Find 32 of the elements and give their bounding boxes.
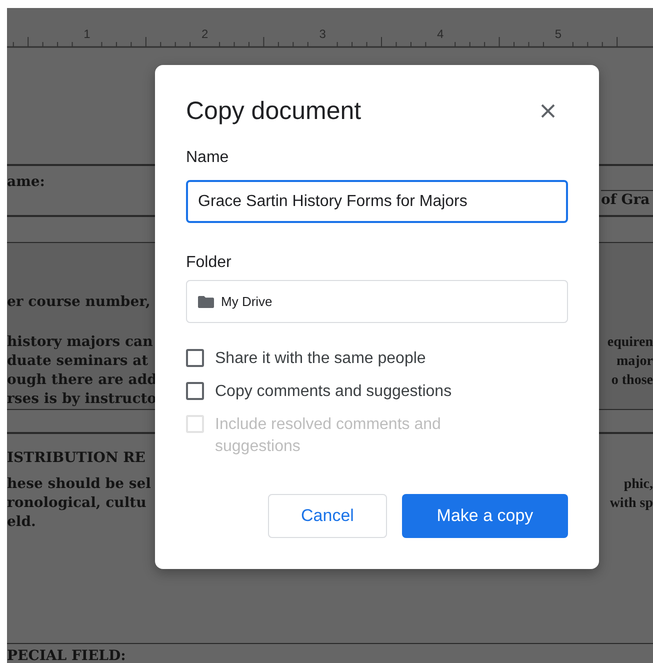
body-text: hese should be sel	[7, 474, 151, 494]
dialog-title: Copy document	[186, 96, 362, 126]
section-heading: PECIAL FIELD:	[7, 649, 126, 663]
body-text: ronological, cultu	[7, 494, 146, 512]
body-text: equiren	[607, 334, 653, 352]
ruler: 1 2 3 4 5	[7, 8, 653, 48]
field-text: of Gra	[601, 191, 651, 210]
name-input-field[interactable]: Grace Sartin History Forms for Majors	[186, 180, 568, 223]
field-label: ame:	[7, 172, 45, 192]
body-text: with sp	[610, 494, 653, 512]
body-text: rses is by instructo	[7, 390, 157, 409]
body-text: eld.	[7, 512, 36, 532]
folder-field[interactable]: My Drive	[186, 280, 568, 323]
body-text: ough there are add	[7, 371, 157, 390]
checkbox-label: Include resolved comments and suggestions	[215, 415, 442, 457]
checkbox-label: Copy comments and suggestions	[215, 382, 453, 402]
checkbox[interactable]	[186, 382, 204, 400]
folder-icon	[198, 296, 214, 308]
body-text: major	[616, 353, 653, 371]
section-heading: ISTRIBUTION RE	[7, 448, 146, 468]
checkbox[interactable]	[186, 349, 204, 367]
checkbox-label: Share it with the same people	[215, 349, 427, 369]
body-text: o those	[611, 372, 653, 390]
cancel-button[interactable]: Cancel	[268, 494, 387, 538]
body-text: history majors can	[7, 333, 153, 352]
field-label: Folder	[186, 253, 232, 273]
body-text: phic,	[624, 476, 653, 494]
make-copy-button[interactable]: Make a copy	[402, 494, 568, 538]
close-icon[interactable]	[541, 104, 555, 118]
field-label: Name	[186, 148, 230, 168]
body-text: duate seminars at	[7, 352, 148, 371]
body-text: er course number,	[7, 293, 150, 312]
